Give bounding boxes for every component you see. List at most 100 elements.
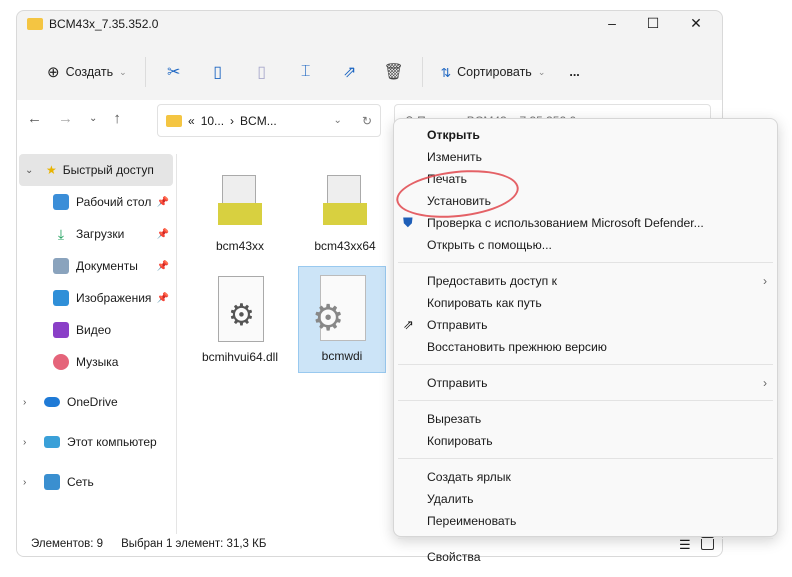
sidebar-item-network[interactable]: › Сеть: [17, 466, 175, 498]
file-item[interactable]: bcm43xx64: [301, 157, 389, 264]
sidebar-item-music[interactable]: Музыка: [17, 346, 175, 378]
menu-separator: [398, 262, 773, 263]
more-label: ...: [569, 65, 580, 79]
menu-label: Создать ярлык: [427, 470, 511, 484]
chevron-right-icon: ›: [23, 436, 27, 448]
pin-icon: 📌: [156, 228, 169, 240]
menu-item-share[interactable]: ⇗ Отправить: [394, 314, 777, 336]
breadcrumb-overflow[interactable]: «: [188, 114, 195, 128]
menu-label: Предоставить доступ к: [427, 274, 557, 288]
sidebar-item-downloads[interactable]: ⤓ Загрузки 📌: [17, 218, 175, 250]
menu-label: Отправить: [427, 318, 488, 332]
computer-icon: [44, 436, 60, 448]
menu-item-send-to[interactable]: Отправить ›: [394, 372, 777, 394]
menu-item-open-with[interactable]: Открыть с помощью...: [394, 234, 777, 256]
pin-icon: 📌: [156, 196, 169, 208]
share-button[interactable]: ⇗: [333, 56, 367, 88]
copy-button[interactable]: ▯: [201, 56, 235, 88]
sidebar-item-onedrive[interactable]: › OneDrive: [17, 386, 175, 418]
maximize-button[interactable]: ☐: [638, 15, 668, 32]
chevron-down-icon[interactable]: ⌄: [334, 115, 342, 126]
sidebar-item-quick-access[interactable]: ⌄ ★ Быстрый доступ: [19, 154, 173, 186]
menu-label: Отправить: [427, 376, 488, 390]
share-icon: ⇗: [403, 317, 414, 332]
address-bar[interactable]: « 10... › BCM... ⌄ ↻: [157, 104, 381, 137]
file-item[interactable]: bcm43xx: [196, 157, 284, 264]
menu-item-rename[interactable]: Переименовать: [394, 510, 777, 532]
create-button[interactable]: ⊕ Создать ⌄: [35, 56, 139, 88]
sidebar-label: Документы: [76, 259, 138, 273]
recent-dropdown[interactable]: ⌄: [89, 110, 97, 127]
sidebar-label: Видео: [76, 323, 112, 337]
sidebar-item-videos[interactable]: Видео: [17, 314, 175, 346]
menu-label: Переименовать: [427, 514, 517, 528]
menu-item-give-access[interactable]: Предоставить доступ к ›: [394, 270, 777, 292]
cloud-icon: [44, 397, 60, 407]
sidebar-item-pictures[interactable]: Изображения 📌: [17, 282, 175, 314]
file-item-selected[interactable]: ⚙ bcmwdi: [298, 266, 386, 373]
file-name: bcmihvui64.dll: [201, 350, 279, 364]
menu-item-copy[interactable]: Копировать: [394, 430, 777, 452]
menu-item-edit[interactable]: Изменить: [394, 146, 777, 168]
menu-item-copy-path[interactable]: Копировать как путь: [394, 292, 777, 314]
menu-item-create-shortcut[interactable]: Создать ярлык: [394, 466, 777, 488]
sidebar-label: Быстрый доступ: [62, 163, 154, 177]
menu-label: Вырезать: [427, 412, 482, 426]
sidebar-item-desktop[interactable]: Рабочий стол 📌: [17, 186, 175, 218]
paste-icon: ▯: [257, 64, 267, 81]
pictures-icon: [53, 290, 69, 306]
paste-button[interactable]: ▯: [245, 56, 279, 88]
up-button[interactable]: ↑: [113, 110, 121, 127]
menu-label: Восстановить прежнюю версию: [427, 340, 607, 354]
sort-button[interactable]: ⇅ Сортировать ⌄: [429, 56, 558, 88]
menu-item-cut[interactable]: Вырезать: [394, 408, 777, 430]
item-count: Элементов: 9: [31, 538, 104, 550]
menu-item-properties[interactable]: Свойства: [394, 546, 777, 568]
chevron-right-icon: ›: [23, 396, 27, 408]
more-button[interactable]: ...: [557, 56, 591, 88]
window-title: BCM43x_7.35.352.0: [49, 17, 159, 31]
chevron-right-icon: ›: [762, 376, 767, 390]
divider: [176, 154, 177, 534]
rename-icon: ⌶: [300, 63, 311, 80]
delete-button[interactable]: 🗑: [377, 56, 411, 88]
menu-item-delete[interactable]: Удалить: [394, 488, 777, 510]
rename-button[interactable]: ⌶: [289, 56, 323, 88]
title-bar: BCM43x_7.35.352.0: [27, 17, 158, 31]
close-button[interactable]: ✕: [681, 15, 711, 32]
menu-separator: [398, 364, 773, 365]
sort-label: Сортировать: [457, 65, 532, 79]
menu-label: Изменить: [427, 150, 482, 164]
sort-icon: ⇅: [440, 65, 452, 80]
file-item[interactable]: ⚙ bcmihvui64.dll: [196, 268, 284, 375]
forward-button[interactable]: →: [58, 110, 73, 127]
file-name: bcm43xx64: [314, 239, 376, 253]
sidebar-label: Изображения: [76, 291, 152, 305]
chevron-down-icon: ⌄: [25, 164, 34, 176]
folder-icon: [27, 18, 43, 30]
breadcrumb-item[interactable]: BCM...: [240, 114, 277, 128]
pin-icon: 📌: [156, 260, 169, 272]
minimize-button[interactable]: –: [597, 15, 627, 31]
refresh-icon[interactable]: ↻: [362, 114, 372, 128]
system-file-icon: ⚙: [312, 275, 372, 345]
setup-info-icon: [315, 165, 375, 235]
download-icon: ⤓: [57, 226, 65, 242]
menu-item-restore-previous[interactable]: Восстановить прежнюю версию: [394, 336, 777, 358]
sidebar-item-documents[interactable]: Документы 📌: [17, 250, 175, 282]
music-icon: [53, 354, 69, 370]
pin-icon: 📌: [156, 292, 169, 304]
breadcrumb-item[interactable]: 10...: [201, 114, 224, 128]
file-name: bcm43xx: [215, 239, 265, 253]
copy-icon: ▯: [213, 64, 223, 81]
sidebar-item-this-pc[interactable]: › Этот компьютер: [17, 426, 175, 458]
cut-button[interactable]: ✂: [157, 56, 191, 88]
toolbar: ⊕ Создать ⌄ ✂ ▯ ▯ ⌶ ⇗ 🗑 ⇅ Сортировать ⌄ ...: [17, 46, 722, 98]
selection-info: Выбран 1 элемент: 31,3 КБ: [121, 538, 267, 550]
status-bar: Элементов: 9 Выбран 1 элемент: 31,3 КБ: [31, 538, 266, 550]
divider: [144, 57, 146, 87]
back-button[interactable]: ←: [27, 110, 42, 127]
breadcrumb-separator: ›: [230, 113, 235, 128]
menu-item-open[interactable]: Открыть: [394, 124, 777, 146]
sidebar-label: Музыка: [76, 355, 119, 369]
